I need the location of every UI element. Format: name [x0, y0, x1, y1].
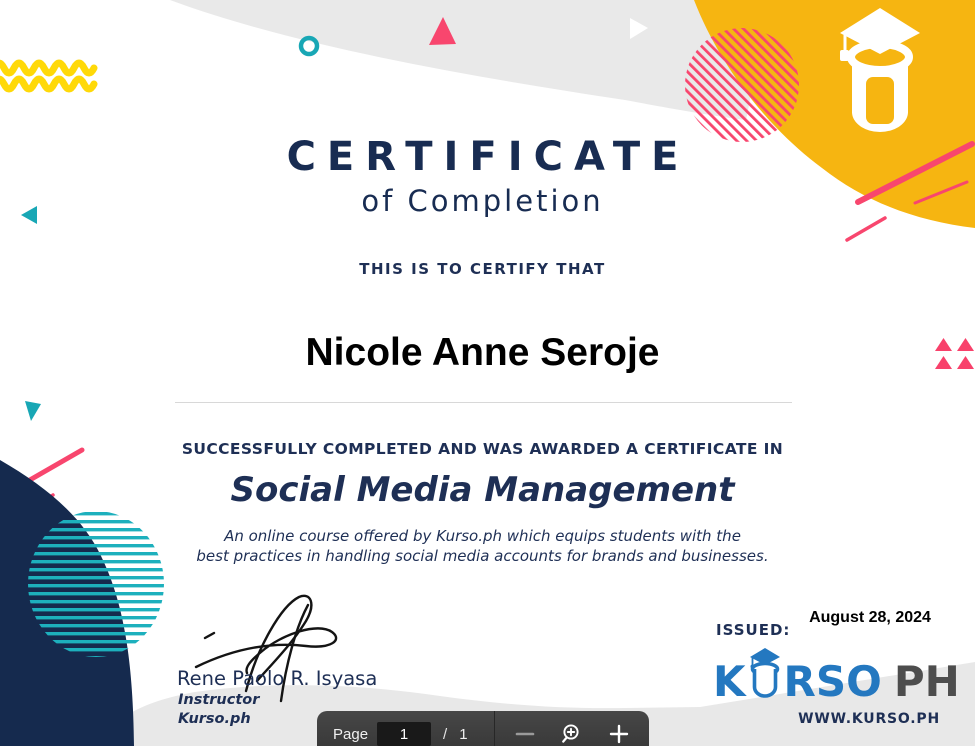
- course-title: Social Media Management: [230, 470, 735, 510]
- zoom-tool-button[interactable]: [561, 723, 583, 745]
- yellow-waves-shape: [0, 59, 98, 93]
- pink-triangle-grid-shape: [935, 338, 974, 369]
- pdf-viewer-toolbar: Page / 1: [317, 711, 649, 746]
- course-description-line1: An online course offered by Kurso.ph whi…: [224, 527, 741, 545]
- kurso-ph-logo: K RSO PH: [713, 648, 960, 703]
- logo-letter-k: K: [713, 657, 746, 706]
- zoom-in-button[interactable]: [609, 724, 629, 744]
- signer-role: Instructor: [178, 692, 260, 708]
- gray-wedge-shape: [170, 0, 757, 120]
- logo-letters-ph: PH: [893, 657, 960, 706]
- teal-left-triangle-icon: [21, 206, 37, 224]
- signer-organization: Kurso.ph: [178, 711, 251, 727]
- issued-date: August 28, 2024: [809, 609, 931, 626]
- pink-striped-circle-shape: [685, 28, 799, 142]
- zoom-out-button[interactable]: [515, 724, 535, 744]
- certificate-viewer: CERTIFICATE of Completion THIS IS TO CER…: [0, 0, 975, 746]
- logo-letters-rso: RSO: [783, 657, 882, 706]
- certify-line: THIS IS TO CERTIFY THAT: [359, 260, 606, 278]
- page-separator: /: [443, 725, 448, 743]
- recipient-name: Nicole Anne Seroje: [305, 331, 660, 374]
- course-description-line2: best practices in handling social media …: [196, 547, 769, 565]
- name-divider-line: [175, 402, 792, 403]
- teal-down-triangle-icon: [25, 401, 41, 421]
- logo-graduation-cap-u-icon: [749, 648, 780, 698]
- page-label: Page: [333, 725, 369, 743]
- award-line: SUCCESSFULLY COMPLETED AND WAS AWARDED A…: [181, 440, 784, 458]
- page-number-input[interactable]: [377, 722, 432, 746]
- total-pages: 1: [459, 725, 468, 743]
- certificate-subtitle: of Completion: [361, 184, 604, 218]
- website-url: WWW.KURSO.PH: [798, 711, 940, 727]
- toolbar-divider: [493, 711, 495, 746]
- plus-icon: [609, 724, 628, 744]
- signer-name: Rene Paolo R. Isyasa: [177, 667, 378, 690]
- minus-icon: [515, 732, 534, 736]
- certificate-title: CERTIFICATE: [286, 134, 690, 180]
- magnifier-plus-icon: [561, 724, 579, 743]
- issued-label: ISSUED:: [716, 621, 791, 639]
